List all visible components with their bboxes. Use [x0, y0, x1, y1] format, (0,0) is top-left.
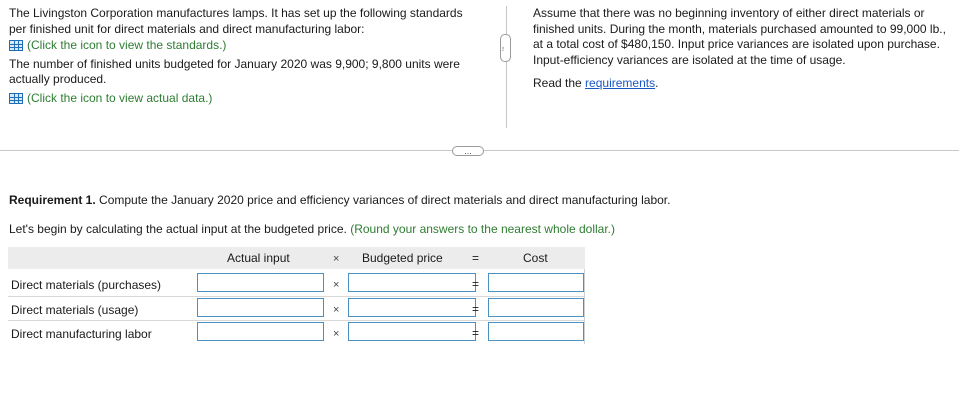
header-actual-input: Actual input	[227, 251, 290, 265]
standards-link-text[interactable]: (Click the icon to view the standards.)	[27, 38, 226, 54]
read-suffix: .	[655, 76, 659, 90]
header-equals: =	[472, 251, 480, 265]
left-panel: The Livingston Corporation manufactures …	[9, 6, 479, 106]
instruction-text: Let's begin by calculating the actual in…	[9, 222, 347, 236]
times-symbol: ×	[333, 304, 340, 316]
vertical-divider	[506, 6, 507, 128]
read-prefix: Read the	[533, 76, 586, 90]
row-label-dm-labor: Direct manufacturing labor	[11, 327, 152, 341]
table-icon[interactable]	[9, 40, 23, 52]
dm-purchases-budgeted-price[interactable]	[348, 273, 476, 292]
table-icon[interactable]	[9, 92, 23, 104]
times-symbol: ×	[333, 279, 340, 291]
times-symbol: ×	[333, 328, 340, 340]
vertical-splitter-handle[interactable]: ...	[500, 34, 511, 62]
right-panel: Assume that there was no beginning inven…	[533, 6, 951, 92]
requirement-line: Requirement 1. Compute the January 2020 …	[9, 193, 670, 207]
table-right-border	[584, 269, 585, 344]
units-text: The number of finished units budgeted fo…	[9, 56, 460, 87]
read-requirements-line: Read the requirements.	[533, 76, 951, 92]
assumption-text: Assume that there was no beginning inven…	[533, 6, 946, 67]
actual-data-link[interactable]: (Click the icon to view actual data.)	[9, 91, 479, 107]
instruction-line: Let's begin by calculating the actual in…	[9, 222, 615, 236]
dm-usage-actual-input[interactable]	[197, 298, 324, 317]
table-header-row	[8, 247, 585, 269]
requirement-text: Compute the January 2020 price and effic…	[95, 193, 671, 207]
rounding-hint: (Round your answers to the nearest whole…	[350, 222, 616, 236]
requirements-link[interactable]: requirements	[585, 76, 655, 90]
dml-actual-input[interactable]	[197, 322, 324, 341]
dml-cost[interactable]	[488, 322, 584, 341]
header-times: ×	[333, 253, 340, 265]
row-label-dm-usage: Direct materials (usage)	[11, 303, 139, 317]
horizontal-splitter-handle[interactable]: ...	[452, 146, 484, 156]
equals-symbol: =	[472, 302, 480, 316]
dm-usage-cost[interactable]	[488, 298, 584, 317]
row-divider	[8, 296, 585, 297]
standards-link[interactable]: (Click the icon to view the standards.)	[9, 38, 479, 54]
row-label-dm-purchases: Direct materials (purchases)	[11, 278, 162, 292]
dml-budgeted-price[interactable]	[348, 322, 476, 341]
row-divider	[8, 320, 585, 321]
requirement-label: Requirement 1.	[9, 193, 96, 207]
dm-purchases-actual-input[interactable]	[197, 273, 324, 292]
equals-symbol: =	[472, 326, 480, 340]
actual-data-link-text[interactable]: (Click the icon to view actual data.)	[27, 91, 212, 107]
header-budgeted-price: Budgeted price	[362, 251, 443, 265]
dm-purchases-cost[interactable]	[488, 273, 584, 292]
dm-usage-budgeted-price[interactable]	[348, 298, 476, 317]
equals-symbol: =	[472, 277, 480, 291]
intro-text: The Livingston Corporation manufactures …	[9, 6, 463, 36]
header-cost: Cost	[523, 251, 548, 265]
